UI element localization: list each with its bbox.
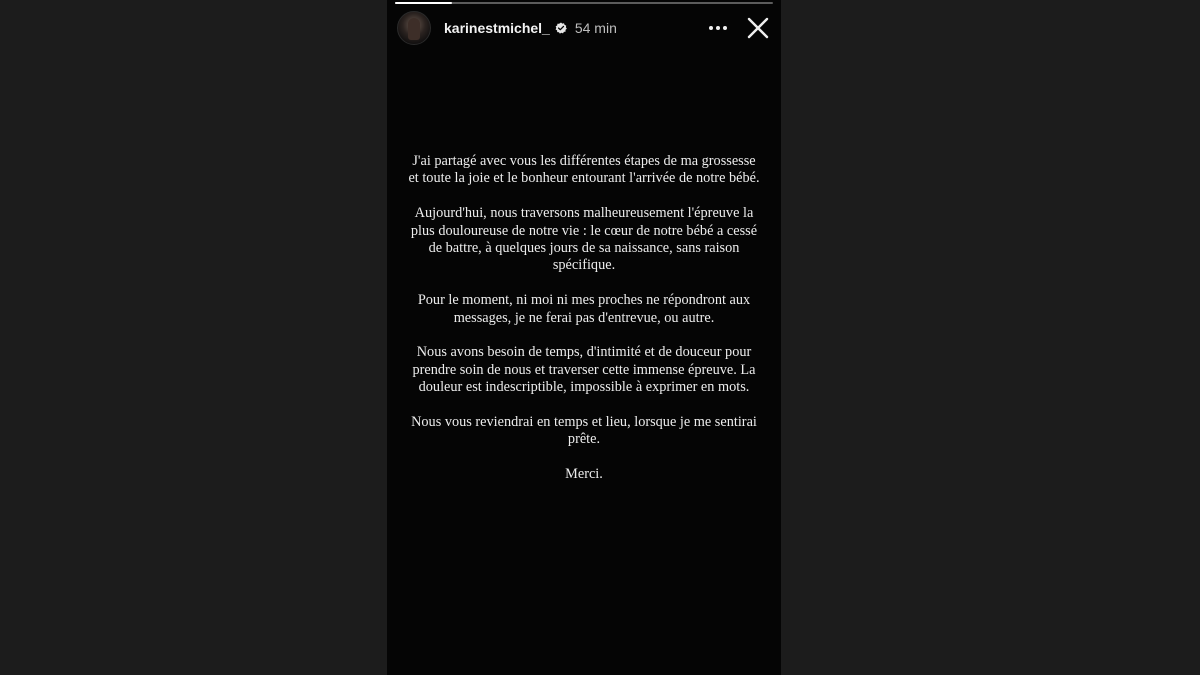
story-viewer[interactable]: karinestmichel_ 54 min J'ai partagé avec… <box>387 0 781 675</box>
close-icon[interactable] <box>745 15 771 41</box>
message-signoff: Merci. <box>565 466 603 483</box>
message-paragraph: Nous vous reviendrai en temps et lieu, l… <box>411 414 757 448</box>
story-message: J'ai partagé avec vous les différentes é… <box>407 153 761 501</box>
avatar[interactable] <box>397 11 431 45</box>
more-horizontal-icon[interactable] <box>705 15 731 41</box>
timestamp: 54 min <box>574 20 617 36</box>
message-paragraph: J'ai partagé avec vous les différentes é… <box>408 153 760 187</box>
story-header: karinestmichel_ 54 min <box>397 10 771 46</box>
message-paragraph: Pour le moment, ni moi ni mes proches ne… <box>417 292 751 326</box>
story-progress-bar <box>395 2 773 4</box>
username[interactable]: karinestmichel_ <box>444 20 550 36</box>
verified-badge-icon <box>555 22 567 34</box>
message-paragraph: Aujourd'hui, nous traversons malheureuse… <box>410 205 758 274</box>
message-paragraph: Nous avons besoin de temps, d'intimité e… <box>412 344 756 396</box>
story-progress-fill <box>395 2 452 4</box>
page-background: karinestmichel_ 54 min J'ai partagé avec… <box>0 0 1200 675</box>
